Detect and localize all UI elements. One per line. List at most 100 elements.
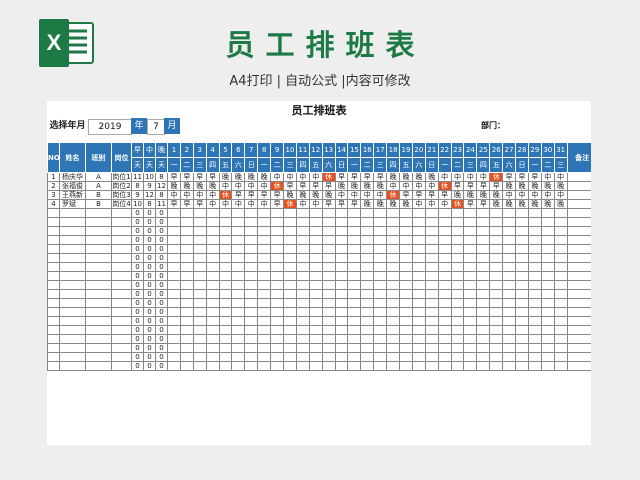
month-input[interactable]: 7 [147,119,165,135]
empty-cell [167,352,181,362]
empty-cell [527,343,542,353]
empty-cell [205,271,220,281]
header-day: 20 [411,142,426,158]
empty-cell [205,280,220,290]
empty-cell [283,280,297,290]
empty-cell [527,325,542,335]
empty-cell [283,325,297,335]
empty-cell [399,244,413,254]
empty-cell [502,262,517,272]
empty-cell [205,262,220,272]
empty-cell [167,307,181,317]
empty-cell [334,325,349,335]
shift-cell: 休 [270,181,285,191]
header-shift: 晚 [155,142,168,158]
empty-cell [270,289,285,299]
empty-cell [192,244,207,254]
empty-cell [360,244,375,254]
empty-cell [424,244,439,254]
empty-cell [463,217,478,227]
empty-cell [308,208,323,218]
count-cell: 0 [155,334,168,344]
empty-cell [270,271,285,281]
row-name: 张福俊 [59,181,86,191]
empty-cell [489,262,504,272]
empty-cell [399,253,413,263]
empty-cell [111,343,132,353]
empty-cell [373,235,388,245]
empty-cell [399,307,413,317]
empty-cell [231,253,246,263]
shift-cell: 中 [295,199,310,209]
shift-cell: 早 [476,199,491,209]
empty-cell [47,298,60,308]
empty-cell [85,226,112,236]
year-input[interactable]: 2019 [88,119,132,135]
header-day: 14 [334,142,349,158]
empty-cell [540,280,555,290]
empty-cell [360,271,375,281]
shift-cell: 晚 [502,181,517,191]
empty-cell [231,280,246,290]
empty-cell [218,352,233,362]
empty-cell [515,325,529,335]
header-day: 29 [527,142,542,158]
header-weekday: 四 [476,157,491,173]
empty-cell [476,334,491,344]
count-cell: 0 [143,208,156,218]
row-mid-count: 9 [143,181,156,191]
empty-cell [360,298,375,308]
empty-cell [411,208,426,218]
empty-cell [270,244,285,254]
empty-cell [463,343,478,353]
header-day: 26 [489,142,504,158]
shift-cell: 早 [334,172,349,182]
shift-cell: 中 [424,199,439,209]
empty-cell [347,235,362,245]
empty-cell [463,361,478,371]
empty-cell [566,289,591,299]
count-cell: 0 [155,253,168,263]
empty-cell [450,226,465,236]
empty-cell [437,217,452,227]
empty-cell [360,280,375,290]
empty-cell [347,226,362,236]
shift-cell: 晚 [489,199,504,209]
empty-cell [59,289,86,299]
empty-cell [515,253,529,263]
empty-cell [386,208,401,218]
shift-cell: 中 [308,199,323,209]
empty-cell [566,226,591,236]
header-day: 10 [283,142,297,158]
empty-cell [360,217,375,227]
shift-cell: 早 [192,199,207,209]
count-cell: 0 [155,298,168,308]
empty-cell [463,289,478,299]
empty-cell [192,280,207,290]
shift-cell: 早 [283,181,297,191]
empty-cell [167,271,181,281]
header-weekday: 二 [540,157,555,173]
count-cell: 0 [131,343,144,353]
header-weekday: 日 [244,157,259,173]
empty-cell [270,208,285,218]
empty-cell [450,316,465,326]
empty-cell [424,253,439,263]
empty-cell [437,352,452,362]
empty-cell [283,361,297,371]
empty-cell [502,316,517,326]
empty-cell [437,316,452,326]
shift-cell: 中 [231,181,246,191]
empty-cell [553,280,568,290]
empty-cell [111,280,132,290]
empty-cell [450,244,465,254]
empty-cell [476,235,491,245]
count-cell: 0 [131,334,144,344]
shift-cell: 晚 [360,199,375,209]
shift-cell: 休 [437,181,452,191]
shift-cell: 晚 [308,190,323,200]
empty-cell [360,343,375,353]
empty-cell [476,316,491,326]
table-row: 3 王燕新 B 岗位3 9 12 8 中中中中休早早早早晚晚晚晚中中中中休早早早早晚晚晚晚中中… [47,190,591,200]
empty-cell [386,325,401,335]
